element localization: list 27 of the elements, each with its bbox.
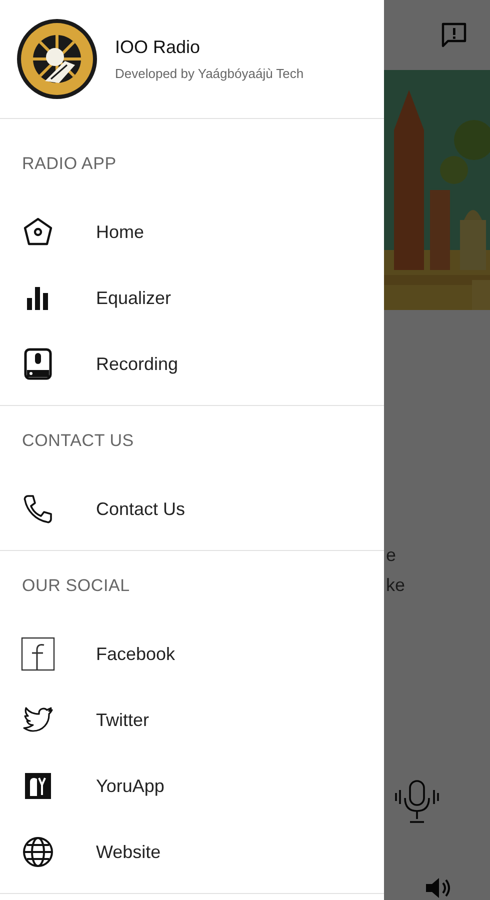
phone-icon xyxy=(22,493,54,525)
section-title: OUR SOCIAL xyxy=(22,576,130,596)
menu-item[interactable]: Twitter xyxy=(0,687,384,753)
feedback-icon[interactable] xyxy=(440,21,468,49)
globe-icon xyxy=(22,836,54,868)
partial-text: e xyxy=(386,544,396,567)
partial-text: ke xyxy=(386,574,406,597)
radio-logo-icon xyxy=(15,17,99,101)
microphone-icon[interactable] xyxy=(394,778,440,826)
section-title: CONTACT US xyxy=(22,431,134,451)
section-title: RADIO APP xyxy=(22,154,116,174)
menu-item[interactable]: Recording xyxy=(0,331,384,397)
bird-icon xyxy=(22,706,54,734)
menu-item[interactable]: Facebook xyxy=(0,621,384,687)
developer-credit: Developed by Yaágbóyaájù Tech xyxy=(115,66,304,81)
speaker-icon[interactable] xyxy=(424,876,452,900)
recorder-icon xyxy=(24,348,52,380)
menu-item[interactable]: Equalizer xyxy=(0,265,384,331)
app-title: IOO Radio xyxy=(115,37,202,58)
bar-chart-icon xyxy=(26,286,50,310)
app-logo-icon xyxy=(24,772,52,800)
menu-item[interactable]: Contact Us xyxy=(0,476,384,542)
home-icon xyxy=(22,216,54,248)
facebook-icon xyxy=(21,637,55,671)
menu-item[interactable]: Website xyxy=(0,819,384,885)
menu-item[interactable]: Home xyxy=(0,199,384,265)
menu-item[interactable]: YoruApp xyxy=(0,753,384,819)
